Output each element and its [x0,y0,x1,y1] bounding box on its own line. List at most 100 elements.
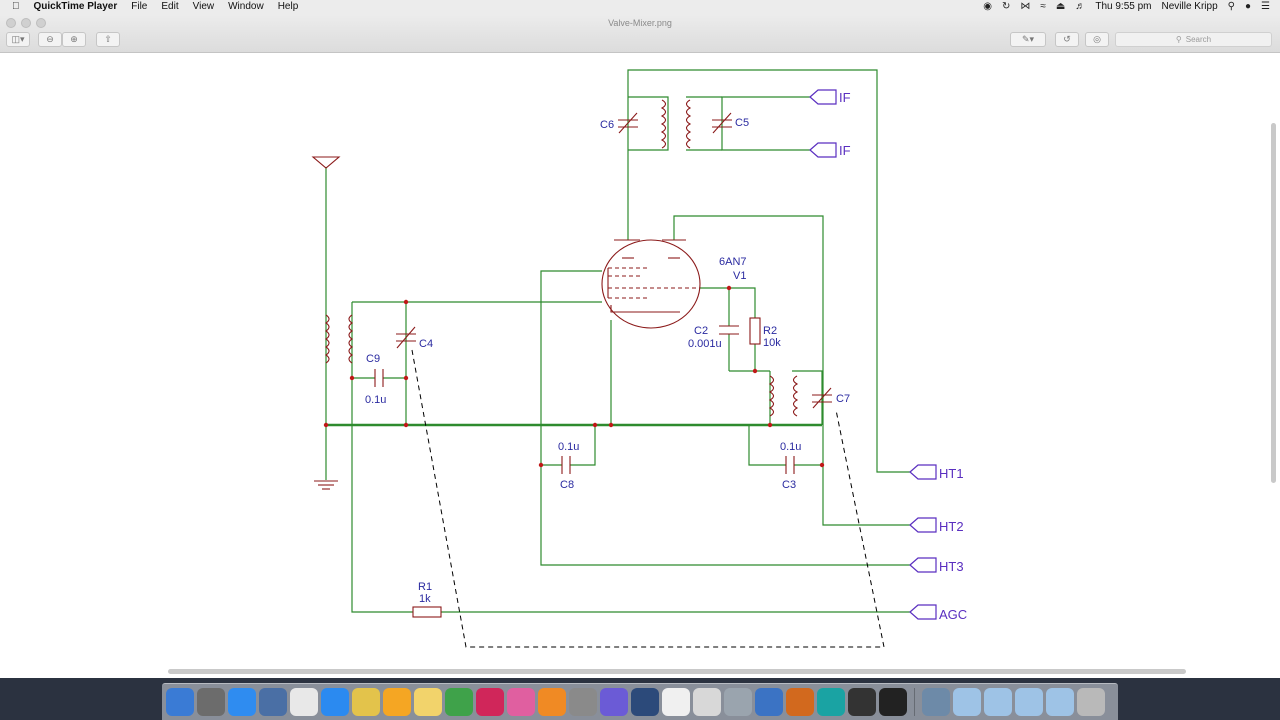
spotlight-icon[interactable]: ⚲ [1228,1,1235,12]
zoom-out-icon: ⊖ [46,34,54,44]
screenshot-icon[interactable] [922,688,950,716]
rotate-button[interactable]: ↺ [1055,32,1079,47]
bluetooth-icon[interactable]: ⋈ [1020,1,1030,12]
textedit-icon[interactable] [662,688,690,716]
menubar-clock[interactable]: Thu 9:55 pm [1095,1,1151,12]
terminal-icon[interactable] [879,688,907,716]
numbers-icon[interactable] [445,688,473,716]
notes-icon[interactable] [414,688,442,716]
dock [162,683,1118,720]
port-if-2: IF [839,143,851,158]
label-r2-value: 10k [763,337,781,349]
label-c4: C4 [419,338,433,350]
image-canvas: C6 C5 IF IF 6AN7 V1 C2 0.001u R2 10k C4 … [0,53,1280,668]
menu-file[interactable]: File [131,1,147,12]
dock-separator [914,688,915,716]
record-icon[interactable]: ◉ [983,1,992,12]
annotate-button[interactable]: ◎ [1085,32,1109,47]
zoom-out-button[interactable]: ⊖ [38,32,62,47]
xcode-icon[interactable] [755,688,783,716]
ibooks-icon[interactable] [538,688,566,716]
fusion-icon[interactable] [786,688,814,716]
rotate-icon: ↺ [1063,34,1071,44]
eject-icon[interactable]: ⏏ [1056,1,1065,12]
calculator-icon[interactable] [693,688,721,716]
preview-icon[interactable] [259,688,287,716]
time-machine-icon[interactable]: ↻ [1002,1,1010,12]
markup-button[interactable]: ✎▾ [1010,32,1046,47]
zoom-in-icon: ⊕ [70,34,78,44]
launchpad-icon[interactable] [197,688,225,716]
port-ht1: HT1 [939,466,964,481]
menu-bar:  QuickTime Player File Edit View Window… [0,0,1280,16]
photos-icon[interactable] [383,688,411,716]
chrome-icon[interactable] [352,688,380,716]
wifi-icon[interactable]: ≈ [1040,1,1046,12]
window-titlebar: Valve-Mixer.png ◫▾ ⊖ ⊕ ⇧ ✎▾ ↺ ◎ ⚲ Search [0,15,1280,53]
port-ht3: HT3 [939,559,964,574]
label-valve-type: 6AN7 [719,256,747,268]
arduino-icon[interactable] [817,688,845,716]
search-icon: ⚲ [1175,35,1182,44]
search-field[interactable]: ⚲ Search [1115,32,1272,47]
ports [809,89,937,620]
label-c5: C5 [735,117,749,129]
folder-icon[interactable] [1046,688,1074,716]
label-c8: C8 [560,479,574,491]
port-if-1: IF [839,90,851,105]
app-store-icon[interactable] [228,688,256,716]
imovie-icon[interactable] [600,688,628,716]
share-button[interactable]: ⇧ [96,32,120,47]
calendar-icon[interactable] [290,688,318,716]
kindle-icon[interactable] [476,688,504,716]
label-c3-value: 0.1u [780,441,801,453]
folder-icon[interactable] [984,688,1012,716]
label-c9-value: 0.1u [365,394,386,406]
vertical-scrollbar[interactable] [1271,123,1276,483]
label-c3: C3 [782,479,796,491]
folder-icon[interactable] [1015,688,1043,716]
share-icon: ⇧ [104,34,112,44]
quicktime-icon[interactable] [631,688,659,716]
menubar-user[interactable]: Neville Kripp [1162,1,1218,12]
system-preferences-icon[interactable] [569,688,597,716]
trash-icon[interactable] [1077,688,1105,716]
label-c2: C2 [694,325,708,337]
volume-icon[interactable]: ♬ [1075,1,1085,12]
sidebar-toggle-button[interactable]: ◫▾ [6,32,30,47]
label-c9: C9 [366,353,380,365]
app-menu[interactable]: QuickTime Player [34,1,118,12]
label-r1: R1 [418,581,432,593]
horizontal-scrollbar[interactable] [168,669,1186,674]
label-c6: C6 [600,119,614,131]
menu-window[interactable]: Window [228,1,264,12]
pen-icon: ✎▾ [1021,34,1035,44]
menu-help[interactable]: Help [278,1,299,12]
notification-center-icon[interactable]: ☰ [1261,1,1270,12]
activity-monitor-icon[interactable] [848,688,876,716]
folder-icon[interactable] [953,688,981,716]
siri-icon[interactable]: ● [1245,1,1251,12]
components [311,99,832,618]
itunes-icon[interactable] [507,688,535,716]
schematic-diagram: C6 C5 IF IF 6AN7 V1 C2 0.001u R2 10k C4 … [311,69,967,648]
label-c8-value: 0.1u [558,441,579,453]
apple-icon[interactable]:  [12,1,20,12]
annotate-icon: ◎ [1093,34,1101,44]
label-c7: C7 [836,393,850,405]
sidebar-icon: ◫▾ [11,34,25,44]
label-r2: R2 [763,325,777,337]
zoom-in-button[interactable]: ⊕ [62,32,86,47]
menu-edit[interactable]: Edit [161,1,178,12]
safari-icon[interactable] [321,688,349,716]
port-ht2: HT2 [939,519,964,534]
port-agc: AGC [939,607,967,622]
database-icon[interactable] [724,688,752,716]
label-c2-value: 0.001u [688,338,722,350]
window-title: Valve-Mixer.png [608,18,672,28]
menu-view[interactable]: View [193,1,215,12]
search-placeholder: Search [1185,35,1212,44]
label-r1-value: 1k [419,593,431,605]
finder-icon[interactable] [166,688,194,716]
label-valve-ref: V1 [733,270,746,282]
